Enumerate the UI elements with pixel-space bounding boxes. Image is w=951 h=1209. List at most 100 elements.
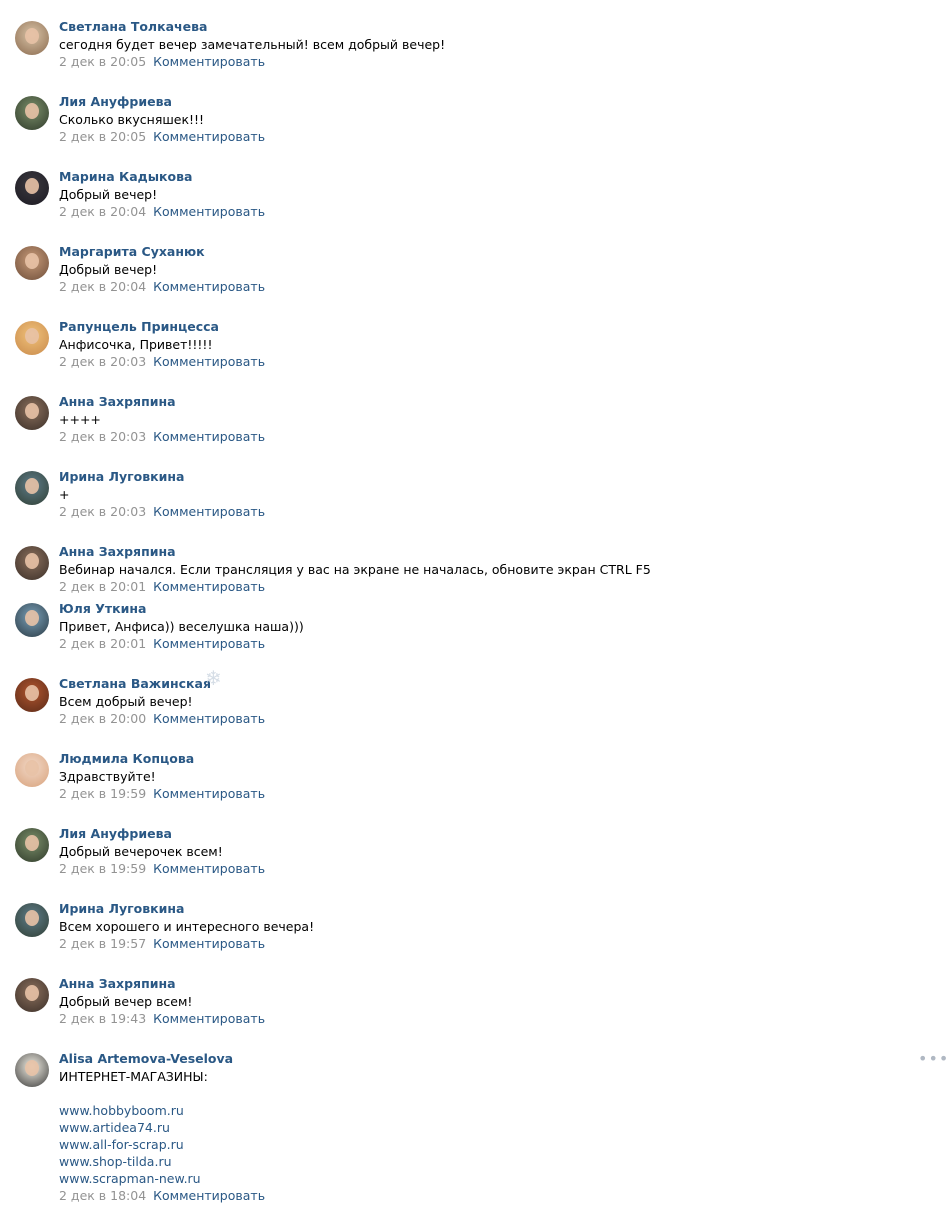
comment-reply-link[interactable]: Комментировать: [153, 861, 265, 876]
author-name-link[interactable]: Лия Ануфриева: [59, 93, 909, 111]
comment-text: Добрый вечер!: [59, 262, 158, 277]
comment-text: Привет, Анфиса)) веселушка наша))): [59, 619, 304, 634]
avatar[interactable]: [15, 1053, 49, 1087]
author-name-link[interactable]: Лия Ануфриева: [59, 825, 909, 843]
comment-reply-link[interactable]: Комментировать: [153, 504, 265, 519]
comment-body: Светлана Важинская Всем добрый вечер! 2 …: [59, 675, 909, 728]
avatar-face: [25, 835, 39, 851]
comment-date[interactable]: 2 дек в 20:05: [59, 54, 146, 69]
comment-meta: 2 дек в 19:59 Комментировать: [59, 860, 909, 878]
comment-date[interactable]: 2 дек в 20:03: [59, 354, 146, 369]
comment-date[interactable]: 2 дек в 19:43: [59, 1011, 146, 1026]
comment-reply-link[interactable]: Комментировать: [153, 1188, 265, 1203]
snowflake-icon: ❄: [205, 666, 222, 690]
comment-meta: 2 дек в 20:04 Комментировать: [59, 203, 909, 221]
comment-date[interactable]: 2 дек в 20:04: [59, 204, 146, 219]
comment-date[interactable]: 2 дек в 19:59: [59, 786, 146, 801]
author-name-link[interactable]: Людмила Копцова: [59, 750, 909, 768]
author-name-link[interactable]: Маргарита Суханюк: [59, 243, 909, 261]
avatar[interactable]: [15, 546, 49, 580]
avatar-face: [25, 1060, 39, 1076]
comment-text: ++++: [59, 412, 101, 427]
avatar[interactable]: [15, 171, 49, 205]
avatar[interactable]: [15, 246, 49, 280]
comment-reply-link[interactable]: Комментировать: [153, 354, 265, 369]
avatar[interactable]: [15, 678, 49, 712]
comment-reply-link[interactable]: Комментировать: [153, 429, 265, 444]
comment-text: Добрый вечер!: [59, 187, 158, 202]
shop-link[interactable]: www.all-for-scrap.ru: [59, 1136, 909, 1153]
comment-text: Анфисочка, Привет!!!!!: [59, 337, 213, 352]
comment-reply-link[interactable]: Комментировать: [153, 204, 265, 219]
author-name-link[interactable]: Ирина Луговкина: [59, 468, 909, 486]
avatar[interactable]: [15, 396, 49, 430]
comment-meta: 2 дек в 18:04 Комментировать: [59, 1187, 909, 1205]
comment-meta: 2 дек в 20:01 Комментировать: [59, 635, 909, 653]
comment-meta: 2 дек в 20:03 Комментировать: [59, 353, 909, 371]
avatar[interactable]: [15, 321, 49, 355]
shop-link[interactable]: www.hobbyboom.ru: [59, 1102, 909, 1119]
avatar[interactable]: [15, 21, 49, 55]
comment-date[interactable]: 2 дек в 19:57: [59, 936, 146, 951]
comment-body: Светлана Толкачева сегодня будет вечер з…: [59, 18, 909, 71]
comment-date[interactable]: 2 дек в 20:03: [59, 429, 146, 444]
avatar[interactable]: [15, 753, 49, 787]
comment-date[interactable]: 2 дек в 20:04: [59, 279, 146, 294]
shop-link[interactable]: www.shop-tilda.ru: [59, 1153, 909, 1170]
comment-reply-link[interactable]: Комментировать: [153, 786, 265, 801]
comment-reply-link[interactable]: Комментировать: [153, 1011, 265, 1026]
comment-body: Маргарита Суханюк Добрый вечер! 2 дек в …: [59, 243, 909, 296]
comment-date[interactable]: 2 дек в 20:00: [59, 711, 146, 726]
comment-meta: 2 дек в 19:43 Комментировать: [59, 1010, 909, 1028]
avatar-face: [25, 610, 39, 626]
author-name-link[interactable]: Анна Захряпина: [59, 975, 909, 993]
comment-body: Анна Захряпина ++++ 2 дек в 20:03 Коммент…: [59, 393, 909, 446]
comment-body: Людмила Копцова Здравствуйте! 2 дек в 19…: [59, 750, 909, 803]
shop-link[interactable]: www.scrapman-new.ru: [59, 1170, 909, 1187]
author-name-link[interactable]: Рапунцель Принцесса: [59, 318, 909, 336]
comment-date[interactable]: 2 дек в 20:01: [59, 636, 146, 651]
comment-body: Марина Кадыкова Добрый вечер! 2 дек в 20…: [59, 168, 909, 221]
author-name-link[interactable]: Светлана Толкачева: [59, 18, 909, 36]
comment-reply-link[interactable]: Комментировать: [153, 936, 265, 951]
author-name-link[interactable]: Анна Захряпина: [59, 543, 909, 561]
author-name-link[interactable]: Alisa Artemova-Veselova: [59, 1050, 909, 1068]
comment-date[interactable]: 2 дек в 19:59: [59, 861, 146, 876]
comment-body: Alisa Artemova-Veselova ИНТЕРНЕТ-МАГАЗИН…: [59, 1050, 909, 1205]
comment-reply-link[interactable]: Комментировать: [153, 579, 265, 594]
author-name-link[interactable]: Марина Кадыкова: [59, 168, 909, 186]
comment-text: Всем хорошего и интересного вечера!: [59, 919, 315, 934]
comment-reply-link[interactable]: Комментировать: [153, 636, 265, 651]
author-name-link[interactable]: Светлана Важинская: [59, 675, 909, 693]
comment-text: Сколько вкусняшек!!!: [59, 112, 205, 127]
comment-body: Рапунцель Принцесса Анфисочка, Привет!!!…: [59, 318, 909, 371]
shop-link[interactable]: www.artidea74.ru: [59, 1119, 909, 1136]
avatar[interactable]: [15, 828, 49, 862]
avatar-face: [25, 403, 39, 419]
comment-meta: 2 дек в 20:05 Комментировать: [59, 128, 909, 146]
comment-meta: 2 дек в 20:00 Комментировать: [59, 710, 909, 728]
comment-date[interactable]: 2 дек в 20:03: [59, 504, 146, 519]
comment-text: Всем добрый вечер!: [59, 694, 193, 709]
avatar[interactable]: [15, 603, 49, 637]
avatar[interactable]: [15, 471, 49, 505]
avatar[interactable]: [15, 96, 49, 130]
avatar-face: [25, 685, 39, 701]
comment-reply-link[interactable]: Комментировать: [153, 711, 265, 726]
comment-reply-link[interactable]: Комментировать: [153, 279, 265, 294]
avatar[interactable]: [15, 978, 49, 1012]
comment-text: Добрый вечерочек всем!: [59, 844, 223, 859]
comment-date[interactable]: 2 дек в 20:01: [59, 579, 146, 594]
comment-date[interactable]: 2 дек в 20:05: [59, 129, 146, 144]
more-dots-icon[interactable]: •••: [918, 1051, 949, 1067]
comment-date[interactable]: 2 дек в 18:04: [59, 1188, 146, 1203]
author-name-link[interactable]: Ирина Луговкина: [59, 900, 909, 918]
comment-reply-link[interactable]: Комментировать: [153, 129, 265, 144]
comment-meta: 2 дек в 20:03 Комментировать: [59, 428, 909, 446]
author-name-link[interactable]: Юля Уткина: [59, 600, 909, 618]
avatar[interactable]: [15, 903, 49, 937]
avatar-face: [25, 253, 39, 269]
author-name-link[interactable]: Анна Захряпина: [59, 393, 909, 411]
comment-reply-link[interactable]: Комментировать: [153, 54, 265, 69]
